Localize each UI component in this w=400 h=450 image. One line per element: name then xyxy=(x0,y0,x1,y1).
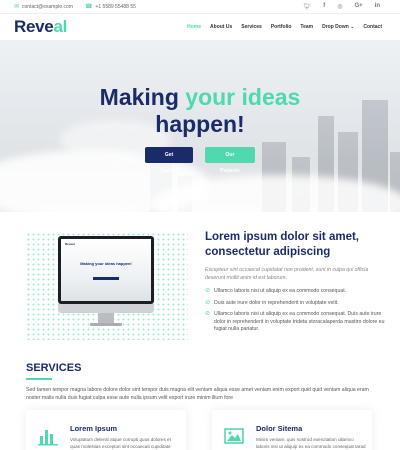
about-lead: Excepteur sint occaecat cupidatat non pr… xyxy=(205,267,369,281)
logo-main: Reve xyxy=(14,17,54,36)
mock-button xyxy=(93,277,119,280)
logo-accent: al xyxy=(53,17,68,36)
about-content: Lorem ipsum dolor sit amet, consectetur … xyxy=(205,230,385,338)
chevron-down-icon: ⌄ xyxy=(350,24,355,30)
hero-title-post: happen! xyxy=(155,111,245,137)
list-item: ⊘ Ullamco laboris nisi ut aliquip ex ea c… xyxy=(205,311,385,334)
contact-phone: ☎ +1 5589 55488 55 xyxy=(84,3,136,11)
list-item-text: Ullamco laboris nisi ut aliquip ex ea co… xyxy=(214,311,385,332)
check-circle-icon: ⊘ xyxy=(205,288,211,294)
social-links: 🐦︎ f ◎ G+ in xyxy=(304,3,386,10)
bar-chart-icon xyxy=(38,430,58,446)
list-item-text: Ullamco laboris nisi ut aliquip ex ea co… xyxy=(214,288,347,294)
services-title: SERVICES xyxy=(26,362,82,374)
list-item: ⊘ Ullamco laboris nisi ut aliquip ex ea c… xyxy=(205,288,385,296)
hero-title-accent: your ideas xyxy=(185,84,301,110)
logo[interactable]: Reveal xyxy=(14,17,67,37)
phone-icon: ☎ xyxy=(84,4,93,10)
imac-screen-content: Reveal Making your ideas happen! xyxy=(61,239,151,301)
google-plus-icon[interactable]: G+ xyxy=(354,3,362,10)
nav-services[interactable]: Services xyxy=(241,24,262,30)
linkedin-icon[interactable]: in xyxy=(375,3,380,10)
contact-phone-text: +1 5589 55488 55 xyxy=(95,3,136,10)
main-nav: Home About Us Services Portfolio Team Dr… xyxy=(187,24,386,30)
imac-foot xyxy=(90,323,122,326)
contact-email-text[interactable]: contact@example.com xyxy=(22,4,73,10)
imac-stand xyxy=(98,313,114,323)
list-item: ⊘ Duis aute irure dolor in reprehenderit … xyxy=(205,300,385,308)
topbar: ✉ contact@example.com ☎ +1 5589 55488 55… xyxy=(0,0,400,14)
services-description: Sed tamen tempor magna labore dolore dol… xyxy=(26,387,369,401)
service-text: Minim veniam, quis nostrud exercitation … xyxy=(256,437,366,449)
check-circle-icon: ⊘ xyxy=(205,299,211,306)
check-circle-icon: ⊘ xyxy=(205,311,211,317)
nav-drop-down[interactable]: Drop Down ⌄ xyxy=(322,24,354,30)
nav-drop-down-label: Drop Down xyxy=(322,24,349,30)
nav-contact[interactable]: Contact xyxy=(363,24,382,30)
service-title: Dolor Sitema xyxy=(256,424,303,433)
envelope-icon: ✉ xyxy=(14,4,20,10)
hero-section: Making your ideas happen! Get Started Ou… xyxy=(0,40,400,212)
nav-portfolio[interactable]: Portfolio xyxy=(271,24,292,30)
service-card[interactable]: Dolor Sitema Minim veniam, quis nostrud … xyxy=(212,410,372,450)
hero-title-pre: Making xyxy=(99,84,186,110)
about-title: Lorem ipsum dolor sit amet, consectetur … xyxy=(205,231,359,258)
list-item-text: Duis aute irure dolor in reprehenderit i… xyxy=(214,299,339,306)
facebook-icon[interactable]: f xyxy=(323,3,325,10)
twitter-icon[interactable]: 🐦︎ xyxy=(304,3,312,10)
imac-chin xyxy=(58,304,154,313)
nav-team[interactable]: Team xyxy=(300,24,313,30)
mock-title: Making your ideas happen! xyxy=(80,261,132,266)
instagram-icon[interactable]: ◎ xyxy=(337,3,342,10)
services-underline xyxy=(26,378,52,380)
service-card[interactable]: Lorem Ipsum Voluptatum deleniti atque co… xyxy=(26,410,186,450)
our-projects-button[interactable]: Our Projects xyxy=(205,147,255,174)
hero-title: Making your ideas happen! xyxy=(0,84,400,138)
nav-home[interactable]: Home xyxy=(187,24,201,30)
service-text: Voluptatum deleniti atque corrupti quos … xyxy=(70,437,171,449)
hero-buttons: Get Started Our Projects xyxy=(0,147,400,174)
get-started-button[interactable]: Get Started xyxy=(145,147,193,174)
mock-logo: Reveal xyxy=(65,242,75,246)
nav-about-us[interactable]: About Us xyxy=(210,24,232,30)
about-checklist: ⊘ Ullamco laboris nisi ut aliquip ex ea c… xyxy=(205,288,385,334)
contact-email[interactable]: ✉ contact@example.com xyxy=(14,3,73,11)
picture-icon xyxy=(224,428,244,444)
imac-mockup: Reveal Making your ideas happen! xyxy=(58,236,154,330)
service-title: Lorem Ipsum xyxy=(70,424,118,433)
imac-screen: Reveal Making your ideas happen! xyxy=(58,236,154,304)
site-header: Reveal Home About Us Services Portfolio … xyxy=(0,14,400,40)
